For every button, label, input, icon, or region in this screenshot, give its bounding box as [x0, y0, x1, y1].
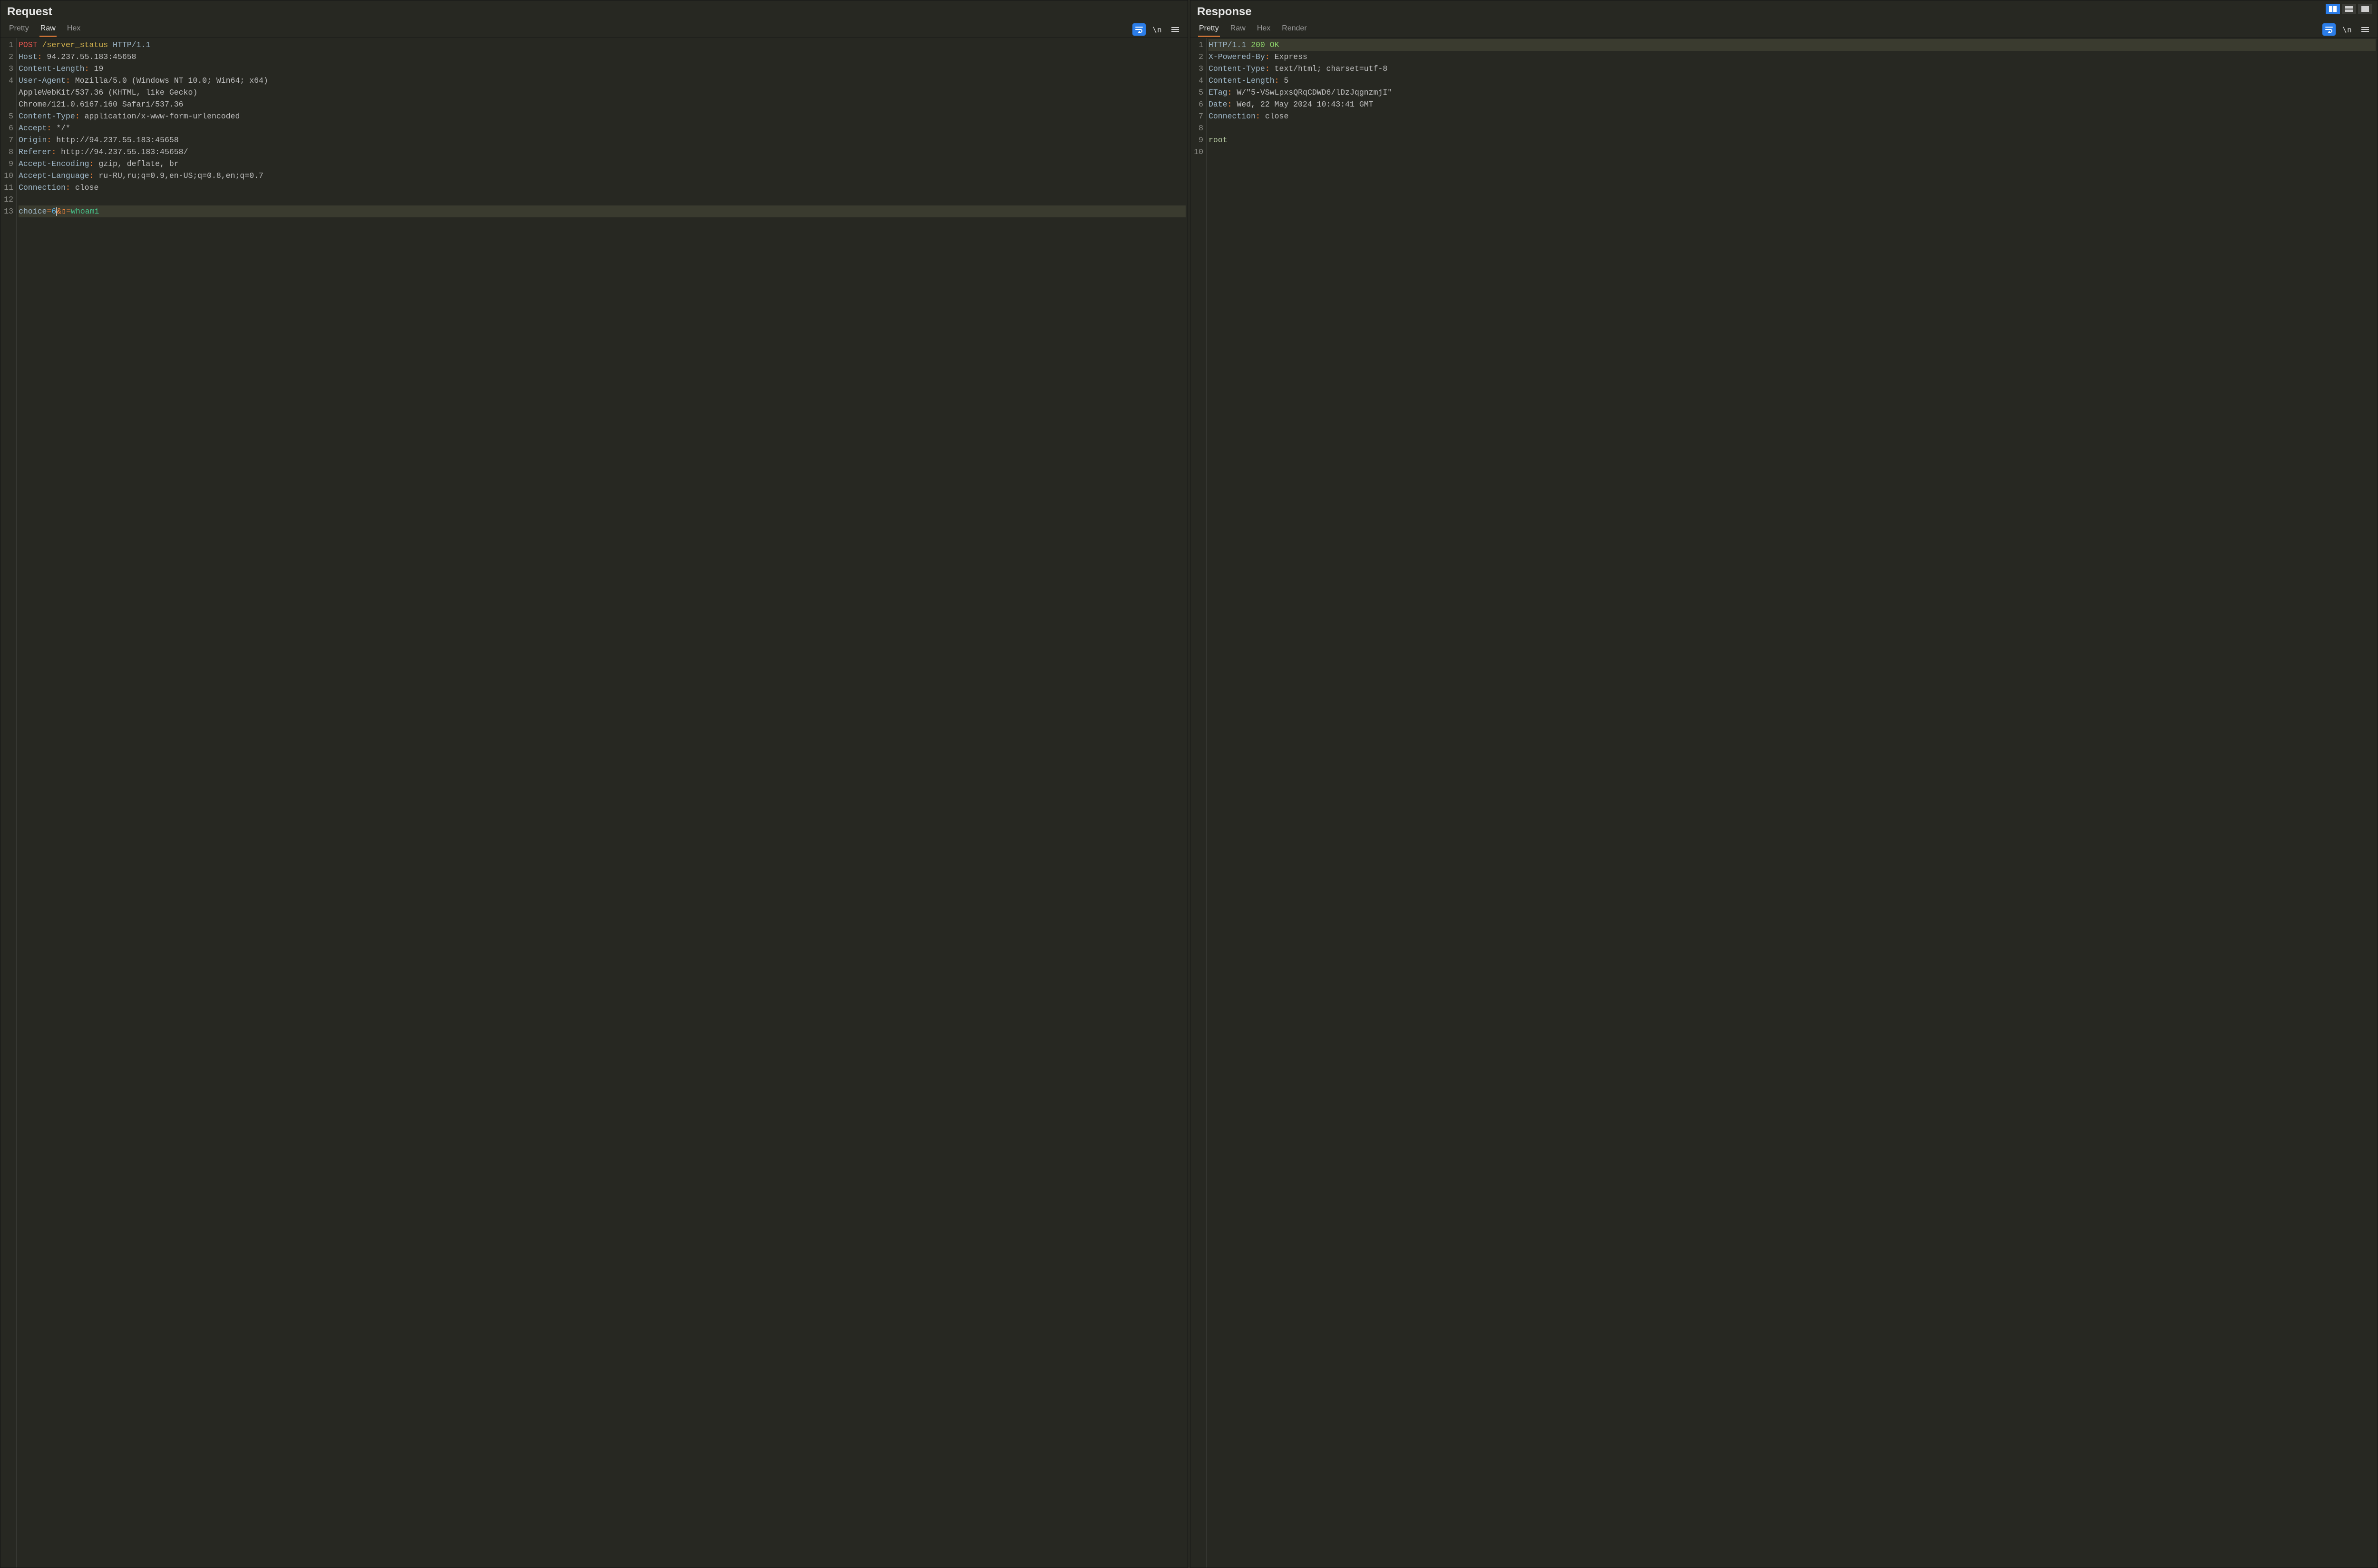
response-menu-button[interactable]: [2359, 23, 2372, 36]
response-tab-render[interactable]: Render: [1281, 22, 1307, 37]
request-code[interactable]: POST /server_status HTTP/1.1Host: 94.237…: [17, 38, 1188, 1568]
response-tab-pretty[interactable]: Pretty: [1198, 22, 1220, 37]
show-nonprintable-button[interactable]: \n: [2340, 23, 2354, 36]
request-tabs: Pretty Raw Hex: [5, 22, 1132, 37]
request-tab-hex[interactable]: Hex: [66, 22, 81, 37]
repeater-view: Request Pretty Raw Hex \n 1234 56789101112…: [0, 0, 2378, 1568]
request-tab-pretty[interactable]: Pretty: [8, 22, 30, 37]
request-editor[interactable]: 1234 5678910111213 POST /server_status H…: [0, 38, 1188, 1568]
layout-split-horizontal-button[interactable]: [2342, 4, 2356, 14]
request-toolbar: \n: [1132, 23, 1183, 36]
response-code[interactable]: HTTP/1.1 200 OKX-Powered-By: ExpressCont…: [1207, 38, 2378, 1568]
request-tab-raw[interactable]: Raw: [39, 22, 57, 37]
layout-split-vertical-button[interactable]: [2326, 4, 2340, 14]
wrap-lines-button[interactable]: [1132, 23, 1146, 36]
request-title: Request: [7, 5, 52, 19]
response-title: Response: [1197, 5, 1252, 19]
show-nonprintable-button[interactable]: \n: [1150, 23, 1164, 36]
response-gutter: 12345678910: [1190, 38, 1207, 1568]
layout-toggle-group: [2324, 2, 2374, 16]
response-toolbar: \n: [2322, 23, 2373, 36]
response-pane: Response Pretty Raw Hex Render \n 123456789…: [1190, 0, 2378, 1568]
wrap-lines-button[interactable]: [2322, 23, 2336, 36]
request-menu-button[interactable]: [1169, 23, 1182, 36]
response-tab-hex[interactable]: Hex: [1256, 22, 1271, 37]
response-editor[interactable]: 12345678910 HTTP/1.1 200 OKX-Powered-By:…: [1190, 38, 2378, 1568]
request-gutter: 1234 5678910111213: [0, 38, 17, 1568]
response-tabs: Pretty Raw Hex Render: [1195, 22, 2322, 37]
response-tab-raw[interactable]: Raw: [1229, 22, 1247, 37]
layout-single-button[interactable]: [2358, 4, 2372, 14]
request-pane: Request Pretty Raw Hex \n 1234 56789101112…: [0, 0, 1188, 1568]
